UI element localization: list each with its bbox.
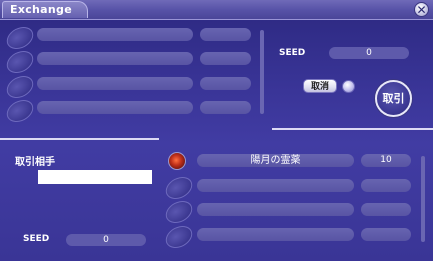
partner-slot-4-icon[interactable] <box>161 221 197 253</box>
partner-seed-value: 0 <box>66 234 146 246</box>
partner-label: 取引相手 <box>15 157 55 168</box>
my-slot-2-icon[interactable] <box>2 46 38 78</box>
partner-slot-3-qty <box>361 203 411 216</box>
left-divider <box>0 138 159 140</box>
partner-slot-1-qty: 10 <box>361 154 411 167</box>
my-slot-4-name <box>37 101 193 114</box>
partner-slot-4-name <box>197 228 354 241</box>
my-slot-3-qty <box>200 77 251 90</box>
partner-scrollbar[interactable] <box>421 156 425 242</box>
trade-button-label: 取引 <box>382 92 405 105</box>
partner-slot-2-name <box>197 179 354 192</box>
partner-slot-3-icon[interactable] <box>161 196 197 228</box>
partner-slot-1-name: 陽月の霊薬 <box>197 154 354 167</box>
exchange-window: Exchange ✕ SEED 0 取消 取引 取引相手 陽月の霊薬 10 SE… <box>0 0 433 261</box>
right-divider <box>272 128 433 130</box>
close-button[interactable]: ✕ <box>414 2 429 17</box>
my-offer-scrollbar[interactable] <box>260 30 264 114</box>
item-orb-icon[interactable] <box>168 152 186 170</box>
cancel-button[interactable]: 取消 <box>303 79 337 93</box>
my-slot-4-qty <box>200 101 251 114</box>
window-title: Exchange <box>10 3 72 16</box>
my-slot-1-name <box>37 28 193 41</box>
title-bar[interactable]: Exchange ✕ <box>0 0 433 20</box>
partner-slot-3-name <box>197 203 354 216</box>
my-slot-3-name <box>37 77 193 90</box>
cancel-indicator-icon <box>342 80 355 93</box>
partner-name-field <box>38 170 152 184</box>
close-icon: ✕ <box>416 3 427 17</box>
partner-seed-label: SEED <box>23 234 50 244</box>
my-slot-2-name <box>37 52 193 65</box>
my-slot-3-icon[interactable] <box>2 71 38 103</box>
my-slot-2-qty <box>200 52 251 65</box>
partner-slot-2-icon[interactable] <box>161 172 197 204</box>
my-slot-4-icon[interactable] <box>2 95 38 127</box>
trade-button[interactable]: 取引 <box>375 80 412 117</box>
my-slot-1-icon[interactable] <box>2 22 38 54</box>
my-slot-1-qty <box>200 28 251 41</box>
my-seed-input[interactable]: 0 <box>329 47 409 59</box>
my-seed-label: SEED <box>279 48 306 58</box>
partner-slot-2-qty <box>361 179 411 192</box>
partner-slot-4-qty <box>361 228 411 241</box>
